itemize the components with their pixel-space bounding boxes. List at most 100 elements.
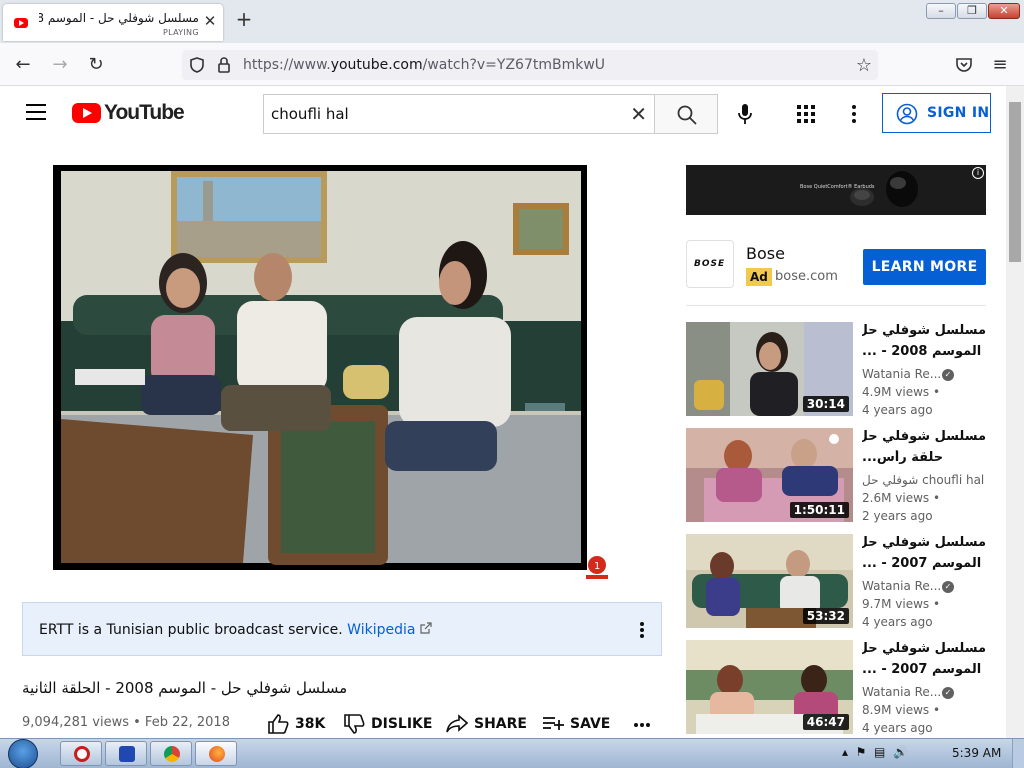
bookmark-star-icon[interactable]: ☆	[856, 55, 872, 76]
dislike-label: DISLIKE	[371, 716, 433, 732]
wikipedia-link[interactable]: Wikipedia	[347, 622, 415, 638]
taskbar-firefox[interactable]	[195, 741, 237, 766]
recommendation-item[interactable]: 30:14 مسلسل شوفلي حل - الموسم 2008 - ...…	[686, 322, 986, 417]
video-title-line-2[interactable]: حلقة رأس...	[862, 450, 986, 465]
video-player[interactable]	[53, 165, 587, 570]
channel-name[interactable]: Watania Re...	[862, 367, 941, 381]
verified-check-icon: ✓	[942, 581, 954, 593]
ad-row[interactable]: BOSE Bose Ad bose.com LEARN MORE	[686, 240, 986, 290]
close-window-icon: ✕	[999, 4, 1009, 17]
share-label: SHARE	[474, 716, 527, 732]
video-thumbnail[interactable]: 46:47	[686, 640, 853, 734]
pocket-icon[interactable]	[955, 57, 973, 73]
video-duration: 53:32	[802, 608, 849, 624]
info-panel-menu-icon[interactable]	[639, 621, 645, 639]
address-bar[interactable]: https://www.youtube.com/watch?v=YZ67tmBm…	[182, 50, 878, 80]
taskbar-clock[interactable]: 5:39 AM	[952, 746, 1001, 760]
video-title-line-1[interactable]: مسلسل شوفلي حل -	[862, 323, 986, 338]
sign-in-label: SIGN IN	[927, 105, 990, 121]
youtube-logo-text: YouTube	[104, 101, 185, 124]
restore-window-button[interactable]: ❐	[957, 3, 987, 19]
taskbar-malwarebytes[interactable]	[105, 741, 147, 766]
video-duration: 46:47	[802, 714, 849, 730]
sign-in-button[interactable]: SIGN IN	[882, 93, 991, 133]
channel-name[interactable]: شوفلي حل choufli hal	[862, 473, 984, 487]
recommendation-item[interactable]: 53:32 مسلسل شوفلي حل - الموسم 2007 - ...…	[686, 534, 986, 629]
opera-icon	[74, 746, 90, 762]
svg-text:1: 1	[594, 561, 600, 572]
video-title-line-1[interactable]: مسلسل شوفلي حل	[862, 429, 986, 444]
settings-more-icon[interactable]	[846, 104, 862, 124]
clear-search-icon[interactable]: ✕	[630, 102, 647, 126]
video-title-line-1[interactable]: مسلسل شوفلي حل -	[862, 535, 986, 550]
broadcast-info-panel: ERTT is a Tunisian public broadcast serv…	[22, 602, 662, 656]
malwarebytes-icon	[119, 746, 135, 762]
video-thumbnail[interactable]: 1:50:11	[686, 428, 853, 522]
browser-nav-bar: ← → ↻ https://www.youtube.com/watch?v=YZ…	[0, 43, 1024, 86]
channel-name[interactable]: Watania Re...	[862, 685, 941, 699]
video-title: مسلسل شوفلي حل - الموسم 2008 - الحلقة ال…	[22, 679, 348, 697]
apps-grid-icon[interactable]	[797, 105, 815, 123]
verified-check-icon: ✓	[942, 687, 954, 699]
reload-icon[interactable]: ↻	[85, 54, 107, 76]
video-age: 4 years ago	[862, 721, 933, 735]
save-button[interactable]: SAVE	[542, 714, 612, 736]
earbuds-product-image	[850, 171, 918, 207]
recommendation-item[interactable]: 46:47 مسلسل شوفلي حل - الموسم 2007 - ...…	[686, 640, 986, 735]
forward-icon[interactable]: →	[49, 54, 71, 76]
youtube-favicon-icon	[14, 18, 28, 28]
tab-playing-status: PLAYING	[163, 28, 199, 37]
dislike-button[interactable]: DISLIKE	[343, 714, 432, 736]
guide-menu-icon[interactable]	[26, 104, 46, 120]
video-thumbnail[interactable]: 30:14	[686, 322, 853, 416]
more-actions-icon[interactable]	[633, 722, 651, 728]
back-icon[interactable]: ←	[12, 54, 34, 76]
video-views-date: 9,094,281 views • Feb 22, 2018	[22, 715, 230, 730]
video-views: 8.9M views •	[862, 703, 941, 717]
ad-banner[interactable]: Bose QuietComfort® Earbuds i	[686, 165, 986, 215]
video-age: 4 years ago	[862, 403, 933, 417]
video-thumbnail[interactable]: 53:32	[686, 534, 853, 628]
browser-tab[interactable]: مسلسل شوفلي حل - الموسم 2008 - PLAYING ✕	[3, 4, 223, 41]
thumbs-down-icon	[344, 714, 365, 734]
search-icon	[677, 105, 697, 125]
sidebar-divider	[686, 305, 986, 306]
recommendation-item[interactable]: 1:50:11 مسلسل شوفلي حل حلقة رأس... شوفلي…	[686, 428, 986, 523]
app-menu-icon[interactable]: ≡	[989, 54, 1011, 76]
show-desktop-button[interactable]	[1012, 739, 1024, 768]
new-tab-icon[interactable]: +	[234, 9, 254, 29]
taskbar-opera[interactable]	[60, 741, 102, 766]
video-title-line-1[interactable]: مسلسل شوفلي حل -	[862, 641, 986, 656]
minimize-window-button[interactable]: –	[926, 3, 956, 19]
page-scrollbar[interactable]	[1006, 86, 1024, 738]
share-button[interactable]: SHARE	[446, 714, 527, 736]
search-button[interactable]	[654, 94, 718, 134]
save-playlist-icon	[543, 717, 564, 730]
search-query[interactable]: choufli hal	[271, 105, 349, 123]
url-text[interactable]: https://www.youtube.com/watch?v=YZ67tmBm…	[243, 57, 605, 73]
lock-icon[interactable]	[216, 56, 232, 74]
watania-channel-logo: 1	[586, 556, 608, 579]
windows-taskbar: ▴ ⚑ ▤ 🔊 5:39 AM	[0, 738, 1024, 768]
search-input[interactable]: choufli hal ✕	[263, 94, 655, 134]
video-title-line-2[interactable]: الموسم 2008 - ...	[862, 344, 986, 359]
tracking-shield-icon[interactable]	[188, 56, 206, 74]
taskbar-chrome[interactable]	[150, 741, 192, 766]
video-title-line-2[interactable]: الموسم 2007 - ...	[862, 662, 986, 677]
scrollbar-thumb[interactable]	[1009, 102, 1021, 262]
video-views: 2.6M views •	[862, 491, 941, 505]
verified-check-icon: ✓	[942, 369, 954, 381]
like-button[interactable]: 38K	[267, 714, 327, 736]
close-tab-icon[interactable]: ✕	[202, 13, 218, 29]
close-window-button[interactable]: ✕	[988, 3, 1020, 19]
learn-more-button[interactable]: LEARN MORE	[863, 249, 986, 285]
channel-name[interactable]: Watania Re...	[862, 579, 941, 593]
system-tray-icons[interactable]: ▴ ⚑ ▤ 🔊	[842, 745, 908, 759]
video-title-line-2[interactable]: الموسم 2007 - ...	[862, 556, 986, 571]
ad-advertiser-name: Bose	[746, 244, 785, 263]
ad-info-icon[interactable]: i	[972, 167, 984, 179]
external-link-icon[interactable]	[420, 622, 432, 634]
microphone-icon[interactable]	[736, 103, 754, 125]
windows-start-button[interactable]	[8, 739, 38, 768]
share-icon	[446, 714, 468, 733]
